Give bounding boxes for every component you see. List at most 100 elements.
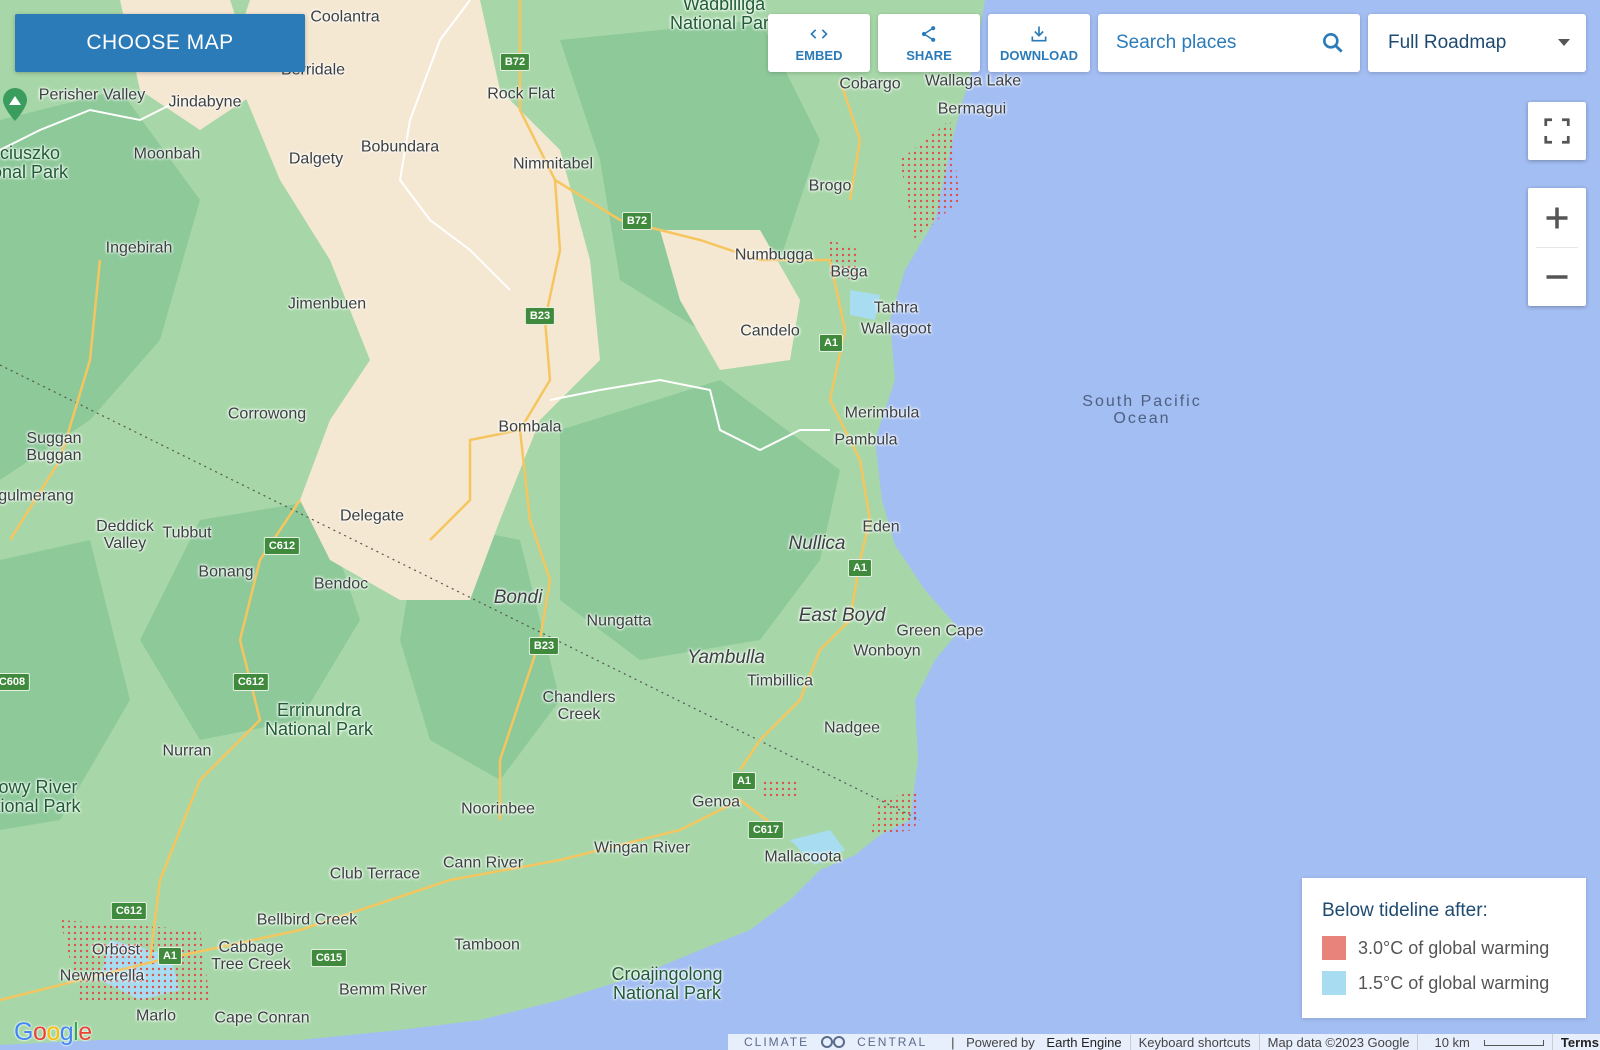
zoom-in-button[interactable] [1528, 188, 1586, 247]
place-label[interactable]: Bombala [498, 419, 561, 437]
place-label[interactable]: Rock Flat [487, 86, 555, 104]
place-label[interactable]: Nimmitabel [513, 156, 593, 174]
download-label: DOWNLOAD [1000, 47, 1078, 63]
chevron-down-icon [1558, 39, 1570, 46]
place-label[interactable]: Orbost [92, 942, 140, 960]
place-label[interactable]: Wallaga Lake [925, 73, 1021, 91]
place-label[interactable]: Corrowong [228, 406, 306, 424]
place-label[interactable]: Bega [830, 264, 867, 282]
place-label[interactable]: Cann River [443, 855, 523, 873]
place-label[interactable]: Tamboon [454, 937, 520, 955]
place-label[interactable]: Cabbage Tree Creek [211, 939, 290, 974]
place-label[interactable]: Nullica [788, 534, 845, 554]
place-label[interactable]: Bondi [494, 588, 543, 608]
place-label[interactable]: Noorinbee [461, 801, 535, 819]
zoom-out-button[interactable] [1528, 247, 1586, 306]
place-label[interactable]: owy River tional Park [0, 778, 81, 816]
place-label[interactable]: East Boyd [799, 606, 886, 626]
place-label[interactable]: Brogo [809, 178, 852, 196]
brand-central: CENTRAL [857, 1035, 928, 1049]
place-label[interactable]: Deddick Valley [96, 518, 154, 553]
search-input[interactable] [1098, 32, 1318, 54]
place-label[interactable]: Club Terrace [330, 866, 420, 884]
place-label[interactable]: Yambulla [687, 648, 765, 668]
choose-map-button[interactable]: CHOOSE MAP [15, 14, 305, 72]
fullscreen-icon [1544, 118, 1570, 144]
place-label[interactable]: Nadgee [824, 720, 880, 738]
place-label[interactable]: Suggan Buggan [26, 430, 81, 465]
place-label[interactable]: Numbugga [735, 247, 813, 265]
place-label[interactable]: Eden [862, 519, 899, 537]
embed-button[interactable]: EMBED [768, 14, 870, 72]
place-label[interactable]: Candelo [740, 323, 800, 341]
place-label[interactable]: Green Cape [896, 623, 983, 641]
place-label[interactable]: Bermagui [938, 101, 1006, 119]
road-shield: A1 [818, 333, 844, 353]
place-label[interactable]: Moonbah [134, 146, 201, 164]
place-label[interactable]: Delegate [340, 508, 404, 526]
place-label[interactable]: Wonboyn [853, 643, 920, 661]
place-label[interactable]: Bobundara [361, 139, 439, 157]
embed-label: EMBED [795, 47, 843, 63]
place-label[interactable]: Bendoc [314, 576, 368, 594]
place-label[interactable]: gulmerang [0, 488, 74, 506]
place-label[interactable]: Wallagoot [861, 321, 932, 339]
scale-indicator[interactable]: 10 km [1418, 1035, 1551, 1050]
place-label[interactable]: ciuszkoonal Park [0, 144, 68, 182]
code-brackets-icon [810, 28, 828, 39]
place-label[interactable]: Merimbula [845, 405, 920, 423]
place-label[interactable]: Cobargo [839, 76, 900, 94]
powered-by[interactable]: | Powered by Earth Engine [943, 1035, 1129, 1050]
download-button[interactable]: DOWNLOAD [988, 14, 1090, 72]
legend-swatch-3c [1322, 936, 1346, 960]
legend-title: Below tideline after: [1322, 900, 1488, 921]
place-label[interactable]: Wingan River [594, 840, 690, 858]
place-label[interactable]: Croajingolong National Park [611, 965, 722, 1003]
place-label[interactable]: Perisher Valley [39, 87, 145, 105]
road-shield: B23 [528, 636, 560, 656]
place-label[interactable]: Tathra [874, 300, 918, 318]
place-label[interactable]: Newmerella [60, 968, 144, 986]
google-logo[interactable]: Google [14, 1018, 92, 1047]
share-label: SHARE [906, 47, 952, 63]
place-label[interactable]: Pambula [834, 432, 897, 450]
place-label[interactable]: Nurran [163, 743, 212, 761]
place-label[interactable]: Dalgety [289, 151, 343, 169]
road-shield: B72 [499, 52, 531, 72]
road-shield: C612 [263, 536, 301, 556]
place-label[interactable]: Bemm River [339, 982, 427, 1000]
place-label[interactable]: Chandlers Creek [543, 689, 616, 724]
place-label[interactable]: Bellbird Creek [257, 912, 357, 930]
powered-name: Earth Engine [1046, 1034, 1122, 1050]
place-label[interactable]: Tubbut [162, 525, 211, 543]
place-label[interactable]: Timbillica [747, 673, 813, 691]
place-label[interactable]: Bonang [198, 564, 253, 582]
place-label[interactable]: Cape Conran [214, 1010, 309, 1028]
place-label[interactable]: Ingebirah [106, 240, 173, 258]
search-icon[interactable] [1320, 30, 1346, 56]
map-style-select[interactable]: Full Roadmap [1368, 14, 1586, 72]
park-pin-icon[interactable] [2, 88, 28, 122]
attribution-bar: CLIMATE CENTRAL | Powered by Earth Engin… [728, 1034, 1600, 1050]
place-label[interactable]: Wadbilliga National Park [670, 0, 778, 33]
road-shield: C608 [0, 672, 31, 692]
road-shield: A1 [731, 771, 757, 791]
keyboard-shortcuts-link[interactable]: Keyboard shortcuts [1131, 1035, 1259, 1050]
legend-swatch-1-5c [1322, 971, 1346, 995]
fullscreen-button[interactable] [1528, 102, 1586, 160]
place-label[interactable]: Marlo [136, 1008, 176, 1026]
map-data-text: Map data ©2023 Google [1267, 1034, 1410, 1050]
place-label[interactable]: Coolantra [310, 9, 379, 27]
place-label[interactable]: South Pacific Ocean [1082, 393, 1201, 428]
place-label[interactable]: Jindabyne [169, 94, 242, 112]
share-button[interactable]: SHARE [878, 14, 980, 72]
road-shield: C617 [747, 820, 785, 840]
place-label[interactable]: Genoa [692, 794, 740, 812]
place-label[interactable]: Mallacoota [764, 849, 841, 867]
terms-link[interactable]: Terms [1553, 1035, 1600, 1050]
place-label[interactable]: Nungatta [587, 613, 652, 631]
plus-icon [1546, 207, 1568, 228]
climate-central-logo[interactable]: CLIMATE CENTRAL [728, 1035, 943, 1049]
place-label[interactable]: Errinundra National Park [265, 701, 373, 739]
place-label[interactable]: Jimenbuen [288, 296, 366, 314]
